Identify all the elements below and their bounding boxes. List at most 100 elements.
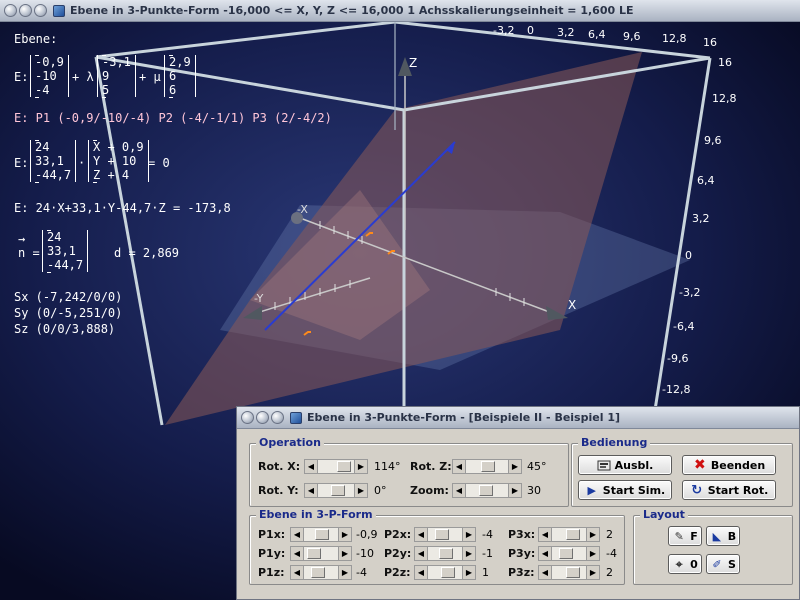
slider-thumb[interactable]	[566, 567, 580, 578]
layout-b-label: B	[727, 529, 737, 543]
arrow-right-icon[interactable]: ▶	[338, 528, 351, 541]
slider-thumb[interactable]	[479, 485, 493, 496]
normal-vector-values: 24 33,1 -44,7	[42, 230, 89, 273]
arrow-right-icon[interactable]: ▶	[586, 547, 599, 560]
dialog-titlebar[interactable]: Ebene in 3-Punkte-Form - [Beispiele II -…	[237, 407, 799, 429]
right-tick: 0	[685, 249, 692, 262]
rot-x-slider[interactable]: ◀ ▶	[304, 459, 368, 474]
arrow-left-icon[interactable]: ◀	[415, 528, 428, 541]
right-tick: -9,6	[667, 352, 689, 365]
arrow-left-icon[interactable]: ◀	[415, 566, 428, 579]
arrow-left-icon[interactable]: ◀	[291, 566, 304, 579]
coordinate-form: E: 24·X+33,1·Y-44,7·Z = -173,8	[14, 201, 231, 215]
slider-thumb[interactable]	[331, 485, 345, 496]
arrow-right-icon[interactable]: ▶	[586, 528, 599, 541]
arrow-left-icon[interactable]: ◀	[453, 484, 466, 497]
zoom-slider[interactable]: ◀ ▶	[452, 483, 522, 498]
start-sim-button[interactable]: ▶ Start Sim.	[578, 480, 672, 500]
arrow-left-icon[interactable]: ◀	[415, 547, 428, 560]
top-tick: 9,6	[623, 30, 641, 43]
beenden-button[interactable]: ✖ Beenden	[682, 455, 776, 475]
p2y-slider[interactable]: ◀ ▶	[414, 546, 476, 561]
dialog-close-button[interactable]	[241, 411, 254, 424]
slider-thumb[interactable]	[435, 529, 449, 540]
rot-z-slider[interactable]: ◀ ▶	[452, 459, 522, 474]
dialog-minimize-button[interactable]	[256, 411, 269, 424]
arrow-left-icon[interactable]: ◀	[453, 460, 466, 473]
arrow-left-icon[interactable]: ◀	[539, 547, 552, 560]
points-line: E: P1 (-0,9/-10/-4) P2 (-4/-1/1) P3 (2/-…	[14, 111, 332, 125]
arrow-right-icon[interactable]: ▶	[462, 547, 475, 560]
param-vector-2: -3,1 9 5	[97, 55, 136, 98]
close-window-button[interactable]	[4, 4, 17, 17]
pen-icon: ✎	[674, 529, 684, 543]
play-icon: ▶	[587, 483, 596, 497]
arrow-left-icon[interactable]: ◀	[291, 528, 304, 541]
layout-s-button[interactable]: ✐ S	[706, 554, 740, 574]
p2z-slider[interactable]: ◀ ▶	[414, 565, 476, 580]
slider-thumb[interactable]	[439, 548, 453, 559]
top-tick: 16	[703, 36, 717, 49]
main-titlebar[interactable]: Ebene in 3-Punkte-Form -16,000 <= X, Y, …	[0, 0, 800, 22]
right-tick: -6,4	[673, 320, 695, 333]
brush-icon: ✐	[712, 557, 722, 571]
p3y-label: P3y:	[508, 547, 536, 560]
p1y-label: P1y:	[258, 547, 286, 560]
start-rot-button[interactable]: ↻ Start Rot.	[682, 480, 776, 500]
arrow-right-icon[interactable]: ▶	[338, 547, 351, 560]
p1x-value: -0,9	[356, 528, 378, 541]
right-tick: 6,4	[697, 174, 715, 187]
normal-form-x-minus-p: X + 0,9 Y + 10 Z + 4	[88, 140, 149, 183]
slider-thumb[interactable]	[311, 567, 325, 578]
p2y-value: -1	[482, 547, 493, 560]
arrow-left-icon[interactable]: ◀	[539, 566, 552, 579]
layout-group-title: Layout	[640, 508, 688, 521]
ausbl-button[interactable]: Ausbl.	[578, 455, 672, 475]
slider-thumb[interactable]	[337, 461, 351, 472]
arrow-left-icon[interactable]: ◀	[539, 528, 552, 541]
p1z-slider[interactable]: ◀ ▶	[290, 565, 352, 580]
arrow-right-icon[interactable]: ▶	[508, 460, 521, 473]
top-tick: -3,2	[493, 24, 515, 37]
neg-x-axis-label: -X	[297, 203, 308, 216]
normal-form-n-vector: 24 33,1 -44,7	[30, 140, 77, 183]
arrow-left-icon[interactable]: ◀	[291, 547, 304, 560]
x-axis-label: X	[568, 298, 577, 312]
arrow-right-icon[interactable]: ▶	[354, 484, 367, 497]
rot-y-slider[interactable]: ◀ ▶	[304, 483, 368, 498]
p3z-label: P3z:	[508, 566, 535, 579]
slider-thumb[interactable]	[315, 529, 329, 540]
minimize-window-button[interactable]	[19, 4, 32, 17]
arrow-right-icon[interactable]: ▶	[354, 460, 367, 473]
slider-thumb[interactable]	[441, 567, 455, 578]
arrow-right-icon[interactable]: ▶	[462, 528, 475, 541]
arrow-right-icon[interactable]: ▶	[586, 566, 599, 579]
arrow-right-icon[interactable]: ▶	[338, 566, 351, 579]
layout-zero-label: 0	[690, 557, 698, 571]
distance-value: d = 2,869	[114, 246, 180, 260]
slider-thumb[interactable]	[481, 461, 495, 472]
start-rot-button-label: Start Rot.	[707, 483, 769, 497]
start-sim-button-label: Start Sim.	[602, 483, 666, 497]
slider-thumb[interactable]	[307, 548, 321, 559]
arrow-right-icon[interactable]: ▶	[508, 484, 521, 497]
p1y-slider[interactable]: ◀ ▶	[290, 546, 352, 561]
dialog-maximize-button[interactable]	[271, 411, 284, 424]
p3y-slider[interactable]: ◀ ▶	[538, 546, 600, 561]
param-vector-1: -0,9 -10 -4	[30, 55, 69, 98]
arrow-right-icon[interactable]: ▶	[462, 566, 475, 579]
p2x-slider[interactable]: ◀ ▶	[414, 527, 476, 542]
layout-b-button[interactable]: ◣ B	[706, 526, 740, 546]
layout-zero-button[interactable]: ⌖ 0	[668, 554, 702, 574]
arrow-left-icon[interactable]: ◀	[305, 460, 318, 473]
p1x-slider[interactable]: ◀ ▶	[290, 527, 352, 542]
p3z-slider[interactable]: ◀ ▶	[538, 565, 600, 580]
layout-group: Layout ✎ F ◣ B ⌖ 0 ✐ S	[633, 508, 793, 585]
p3x-slider[interactable]: ◀ ▶	[538, 527, 600, 542]
arrow-left-icon[interactable]: ◀	[305, 484, 318, 497]
slider-thumb[interactable]	[559, 548, 573, 559]
layout-f-button[interactable]: ✎ F	[668, 526, 702, 546]
slider-thumb[interactable]	[566, 529, 580, 540]
rot-z-value: 45°	[527, 460, 547, 473]
maximize-window-button[interactable]	[34, 4, 47, 17]
